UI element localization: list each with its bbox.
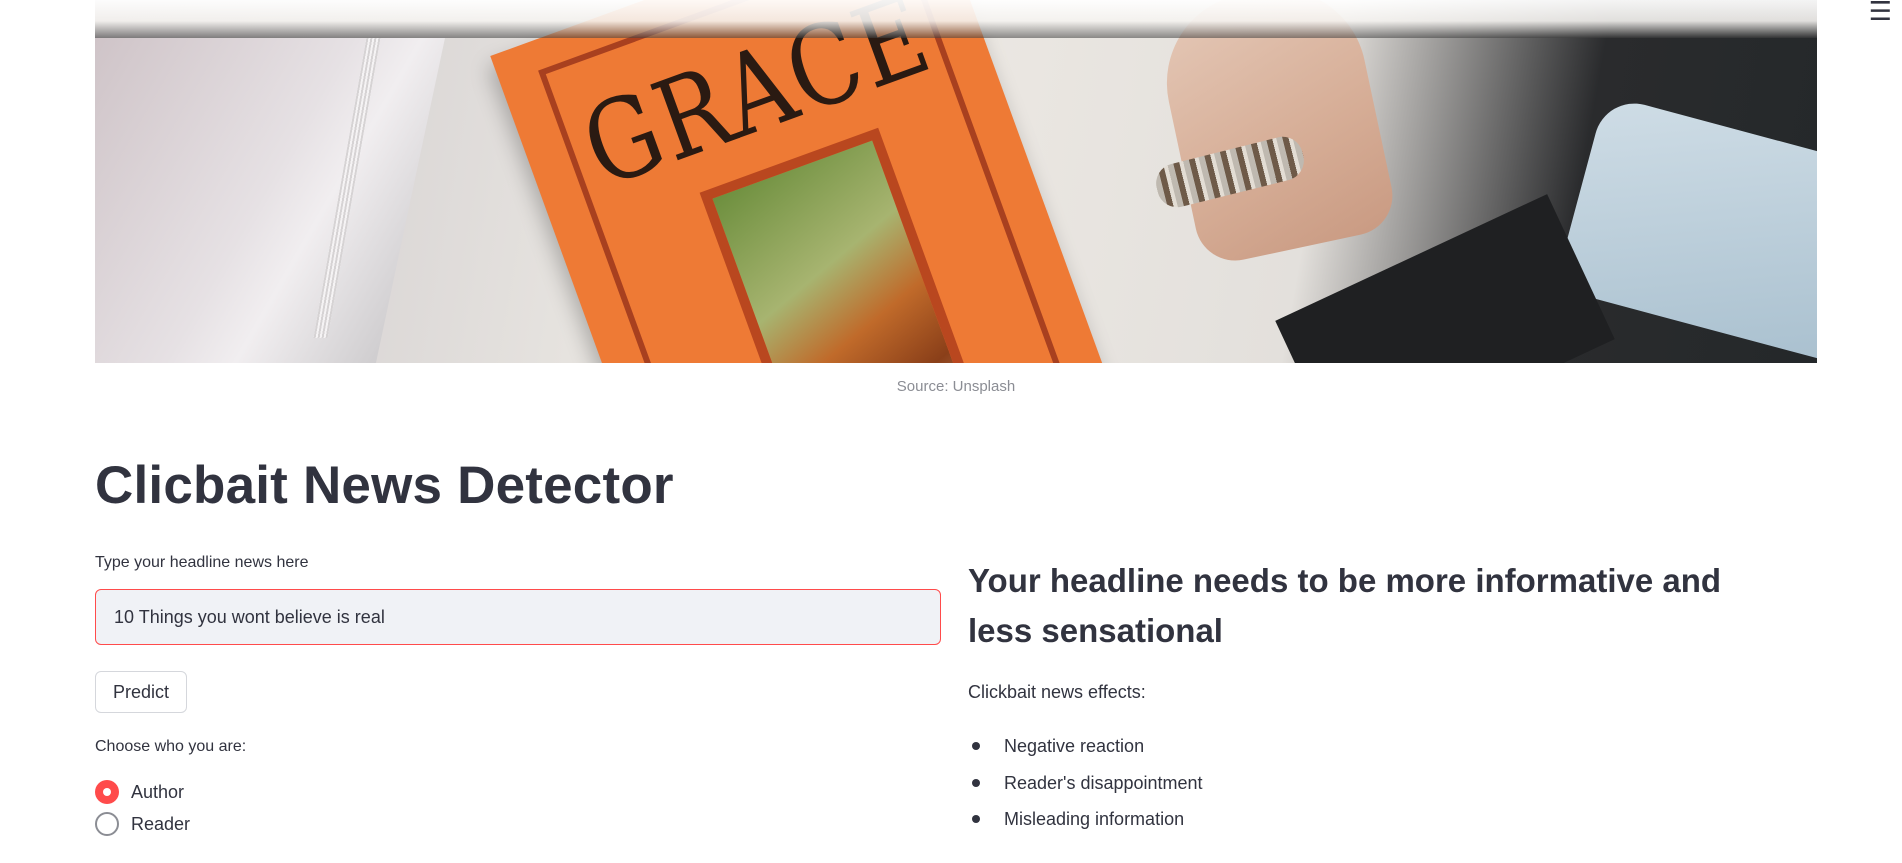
- bullet-icon: [972, 778, 980, 787]
- hero-book: GRACE: [490, 0, 1110, 363]
- predict-button[interactable]: Predict: [95, 671, 187, 713]
- effect-text: Negative reaction: [1004, 736, 1145, 756]
- image-caption: Source: Unsplash: [896, 378, 1016, 395]
- result-heading: Your headline needs to be more informati…: [968, 562, 1722, 649]
- effect-text: Misleading information: [1004, 809, 1185, 829]
- effects-label: Clickbait news effects:: [968, 682, 1146, 702]
- bullet-icon: [972, 742, 980, 750]
- list-item: Misleading information: [968, 806, 1203, 843]
- list-item: Negative reaction: [968, 733, 1203, 770]
- headline-input-label: Type your headline news here: [95, 554, 309, 571]
- hamburger-menu-icon[interactable]: ☰: [1869, 0, 1892, 24]
- list-item: Reader's disappointment: [968, 770, 1203, 807]
- headline-input[interactable]: [95, 589, 941, 645]
- radio-reader[interactable]: Reader: [95, 811, 190, 837]
- bullet-icon: [972, 815, 980, 823]
- radio-unselected-icon[interactable]: [95, 812, 119, 836]
- effect-text: Reader's disappointment: [1004, 772, 1203, 793]
- hero-paper-stack: [95, 38, 445, 363]
- hero-wrist: [1150, 0, 1400, 268]
- radio-selected-icon[interactable]: [95, 780, 119, 804]
- hero-top-fade: [95, 0, 1817, 38]
- radio-author[interactable]: Author: [95, 779, 184, 805]
- page-title: Clicbait News Detector: [95, 456, 674, 515]
- effects-list: Negative reaction Reader's disappointmen…: [968, 733, 1203, 843]
- radio-author-label: Author: [131, 781, 185, 802]
- hero-image: GRACE: [95, 0, 1817, 363]
- radio-reader-label: Reader: [131, 813, 191, 834]
- role-radio-label: Choose who you are:: [95, 738, 247, 755]
